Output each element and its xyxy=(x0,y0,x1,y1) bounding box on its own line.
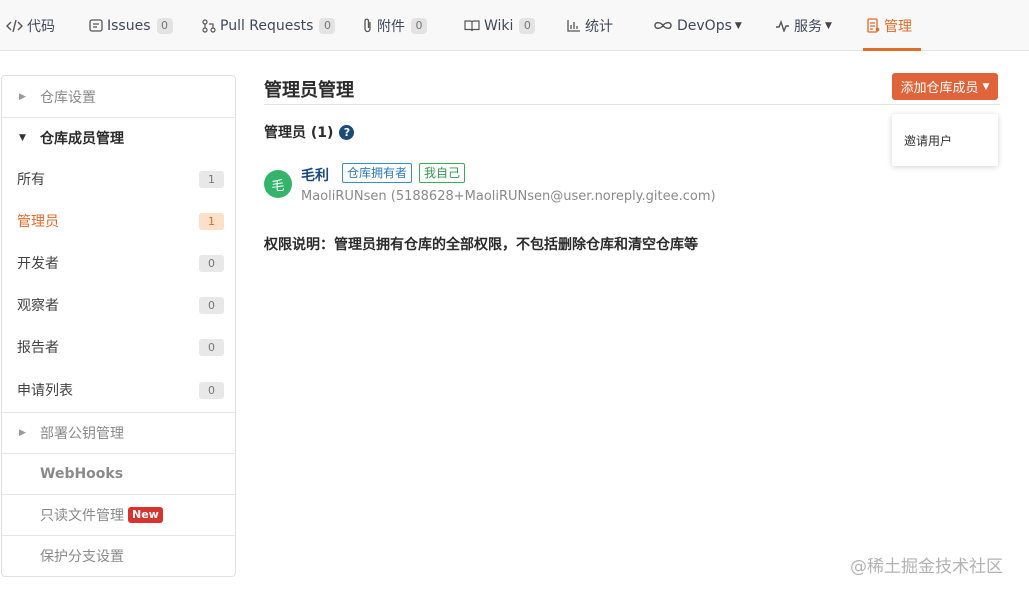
sidebar-item-label: 仓库设置 xyxy=(40,89,96,106)
add-member-button-label: 添加仓库成员 xyxy=(900,81,979,96)
tab-wiki-label: Wiki xyxy=(484,17,514,34)
role-label: 申请列表 xyxy=(17,383,73,399)
member-name-link[interactable]: 毛利 xyxy=(301,165,329,185)
member-username-email: MaoliRUNsen (5188628+MaoliRUNsen@user.no… xyxy=(301,189,716,204)
sidebar-item-label: 部署公钥管理 xyxy=(40,426,124,442)
tab-code-label: 代码 xyxy=(27,18,55,35)
tab-attachments[interactable]: 附件 0 xyxy=(362,0,427,51)
tab-pull-requests[interactable]: Pull Requests 0 xyxy=(202,0,336,51)
infinity-icon xyxy=(653,20,673,31)
settings-sidebar: ▶ 仓库设置 ▼ 仓库成员管理 所有 1 管理员 1 开发者 0 观察者 0 报… xyxy=(1,75,236,577)
sidebar-item-role-all[interactable]: 所有 1 xyxy=(2,158,235,200)
sidebar-item-webhooks[interactable]: WebHooks xyxy=(2,453,235,494)
add-member-button[interactable]: 添加仓库成员 ▼ xyxy=(892,73,998,100)
tab-services-label: 服务 xyxy=(794,18,822,35)
active-tab-indicator xyxy=(863,48,921,51)
sidebar-item-role-applications[interactable]: 申请列表 0 xyxy=(2,368,235,412)
tab-attachments-label: 附件 xyxy=(377,18,405,35)
caret-right-icon: ▶ xyxy=(19,91,26,102)
role-count-badge: 1 xyxy=(199,170,224,188)
issues-icon xyxy=(89,19,103,32)
role-count-badge: 0 xyxy=(199,296,224,314)
tab-services[interactable]: 服务 ▼ xyxy=(775,0,832,51)
admin-count-label: 管理员 (1) xyxy=(264,125,334,141)
paperclip-icon xyxy=(362,18,373,33)
tab-issues[interactable]: Issues 0 xyxy=(89,0,173,51)
sidebar-item-role-developer[interactable]: 开发者 0 xyxy=(2,242,235,284)
settings-doc-icon xyxy=(867,18,880,33)
menu-item-invite-user[interactable]: 邀请用户 xyxy=(904,132,952,149)
sidebar-item-member-management[interactable]: ▼ 仓库成员管理 xyxy=(2,117,235,158)
sidebar-item-branch-protection[interactable]: 保护分支设置 xyxy=(2,535,235,576)
sidebar-item-role-reporter[interactable]: 报告者 0 xyxy=(2,326,235,368)
tab-manage[interactable]: 管理 xyxy=(867,0,912,51)
wiki-count-badge: 0 xyxy=(519,17,536,34)
role-count-badge: 1 xyxy=(199,212,224,230)
caret-down-icon: ▼ xyxy=(19,133,26,143)
help-icon[interactable]: ? xyxy=(339,124,355,140)
sidebar-item-repo-settings[interactable]: ▶ 仓库设置 xyxy=(2,76,235,117)
role-count-badge: 0 xyxy=(199,338,224,356)
sidebar-item-deploy-keys[interactable]: ▶ 部署公钥管理 xyxy=(2,412,235,453)
chevron-down-icon: ▼ xyxy=(982,81,990,92)
sidebar-item-label-wrap: 只读文件管理 New xyxy=(40,505,163,525)
tab-wiki[interactable]: Wiki 0 xyxy=(464,0,536,51)
tab-devops[interactable]: DevOps ▼ xyxy=(653,0,742,51)
title-divider xyxy=(264,104,1000,105)
page-title: 管理员管理 xyxy=(264,80,354,101)
tab-pull-requests-label: Pull Requests xyxy=(220,17,314,34)
sidebar-item-readonly-files[interactable]: 只读文件管理 New xyxy=(2,494,235,535)
services-chevron-down-icon: ▼ xyxy=(825,20,832,31)
tab-devops-label: DevOps xyxy=(677,17,732,34)
caret-right-icon: ▶ xyxy=(19,428,26,438)
self-badge: 我自己 xyxy=(419,163,466,183)
sidebar-item-role-admin[interactable]: 管理员 1 xyxy=(2,200,235,242)
add-member-dropdown: 邀请用户 xyxy=(892,114,998,166)
pull-requests-count-badge: 0 xyxy=(319,17,336,34)
sidebar-item-label: 仓库成员管理 xyxy=(40,131,124,147)
admin-section-heading: 管理员 (1) ? xyxy=(264,122,355,142)
bar-chart-icon xyxy=(567,19,581,32)
pull-request-icon xyxy=(202,18,216,33)
role-count-badge: 0 xyxy=(199,254,224,272)
tab-code[interactable]: 代码 xyxy=(6,0,55,51)
tab-manage-label: 管理 xyxy=(884,18,912,35)
devops-chevron-down-icon: ▼ xyxy=(734,20,742,31)
owner-badge: 仓库拥有者 xyxy=(342,163,413,183)
attachments-count-badge: 0 xyxy=(411,17,427,34)
role-label: 管理员 xyxy=(17,214,59,230)
new-badge: New xyxy=(128,507,163,523)
role-label: 报告者 xyxy=(17,340,59,356)
tab-stats-label: 统计 xyxy=(585,18,613,35)
pulse-icon xyxy=(775,19,790,32)
book-icon xyxy=(464,19,480,32)
tab-stats[interactable]: 统计 xyxy=(567,0,613,51)
tab-issues-label: Issues xyxy=(107,17,151,34)
sidebar-item-role-observer[interactable]: 观察者 0 xyxy=(2,284,235,326)
repo-nav-bar: 代码 Issues 0 Pull Requests 0 附件 0 Wiki 0 … xyxy=(0,0,1029,51)
sidebar-item-label: 保护分支设置 xyxy=(40,549,124,565)
role-label: 所有 xyxy=(17,172,45,188)
sidebar-item-label: WebHooks xyxy=(40,466,124,482)
issues-count-badge: 0 xyxy=(156,17,173,34)
avatar[interactable]: 毛 xyxy=(264,170,292,198)
code-icon xyxy=(6,19,23,33)
sidebar-item-label: 只读文件管理 xyxy=(40,508,124,524)
watermark: @稀土掘金技术社区 xyxy=(850,557,1003,577)
role-label: 观察者 xyxy=(17,298,59,314)
permission-description: 权限说明：管理员拥有仓库的全部权限，不包括删除仓库和清空仓库等 xyxy=(264,237,698,253)
role-label: 开发者 xyxy=(17,256,59,272)
role-count-badge: 0 xyxy=(199,381,224,399)
